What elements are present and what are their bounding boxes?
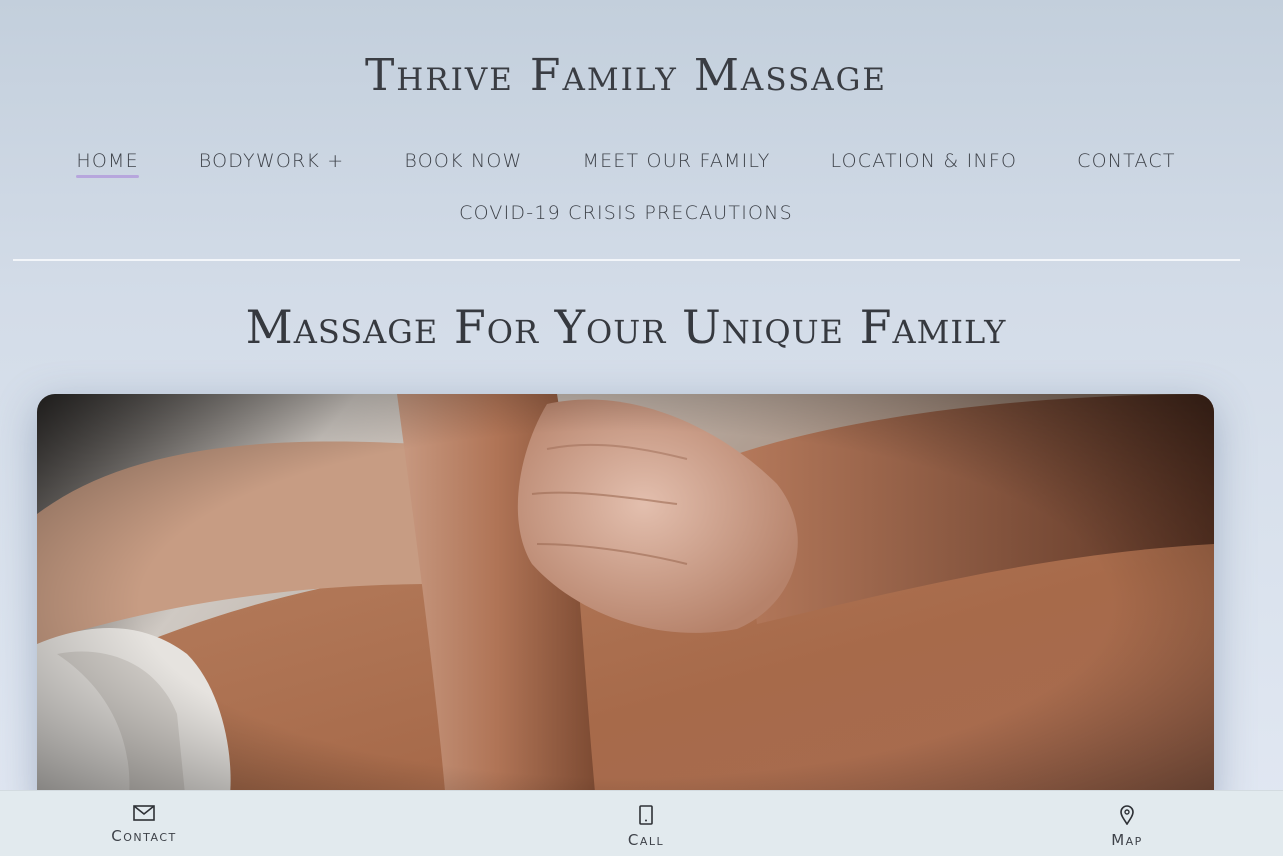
nav-item-book-now[interactable]: BOOK NOW — [374, 150, 552, 172]
nav-item-covid-precautions[interactable]: COVID-19 CRISIS PRECAUTIONS — [429, 202, 823, 224]
bottom-map-label: Map — [1111, 831, 1143, 849]
nav-item-bodywork[interactable]: BODYWORK + — [169, 150, 375, 172]
site-title[interactable]: Thrive Family Massage — [0, 50, 1252, 101]
hero-image — [37, 394, 1214, 814]
main-nav: HOME BODYWORK + BOOK NOW MEET OUR FAMILY… — [0, 150, 1252, 224]
bottom-call-button[interactable]: Call — [586, 805, 706, 849]
nav-row-primary: HOME BODYWORK + BOOK NOW MEET OUR FAMILY… — [0, 150, 1252, 178]
page-headline: Massage For Your Unique Family — [245, 300, 1007, 354]
header-divider — [13, 259, 1240, 261]
map-pin-icon — [1120, 805, 1134, 825]
envelope-icon — [133, 805, 155, 821]
bottom-contact-button[interactable]: Contact — [84, 805, 204, 845]
bottom-map-button[interactable]: Map — [1067, 805, 1187, 849]
bottom-contact-label: Contact — [111, 827, 177, 845]
nav-item-contact[interactable]: CONTACT — [1047, 150, 1206, 172]
bottom-call-label: Call — [627, 831, 665, 849]
bottom-action-bar: Contact Call Map — [0, 790, 1283, 856]
nav-row-secondary: COVID-19 CRISIS PRECAUTIONS — [0, 202, 1252, 224]
massage-photo — [37, 394, 1214, 814]
nav-item-location-info[interactable]: LOCATION & INFO — [801, 150, 1048, 172]
nav-item-meet-our-family[interactable]: MEET OUR FAMILY — [553, 150, 801, 172]
phone-icon — [639, 805, 653, 825]
nav-item-home[interactable]: HOME — [46, 150, 168, 178]
